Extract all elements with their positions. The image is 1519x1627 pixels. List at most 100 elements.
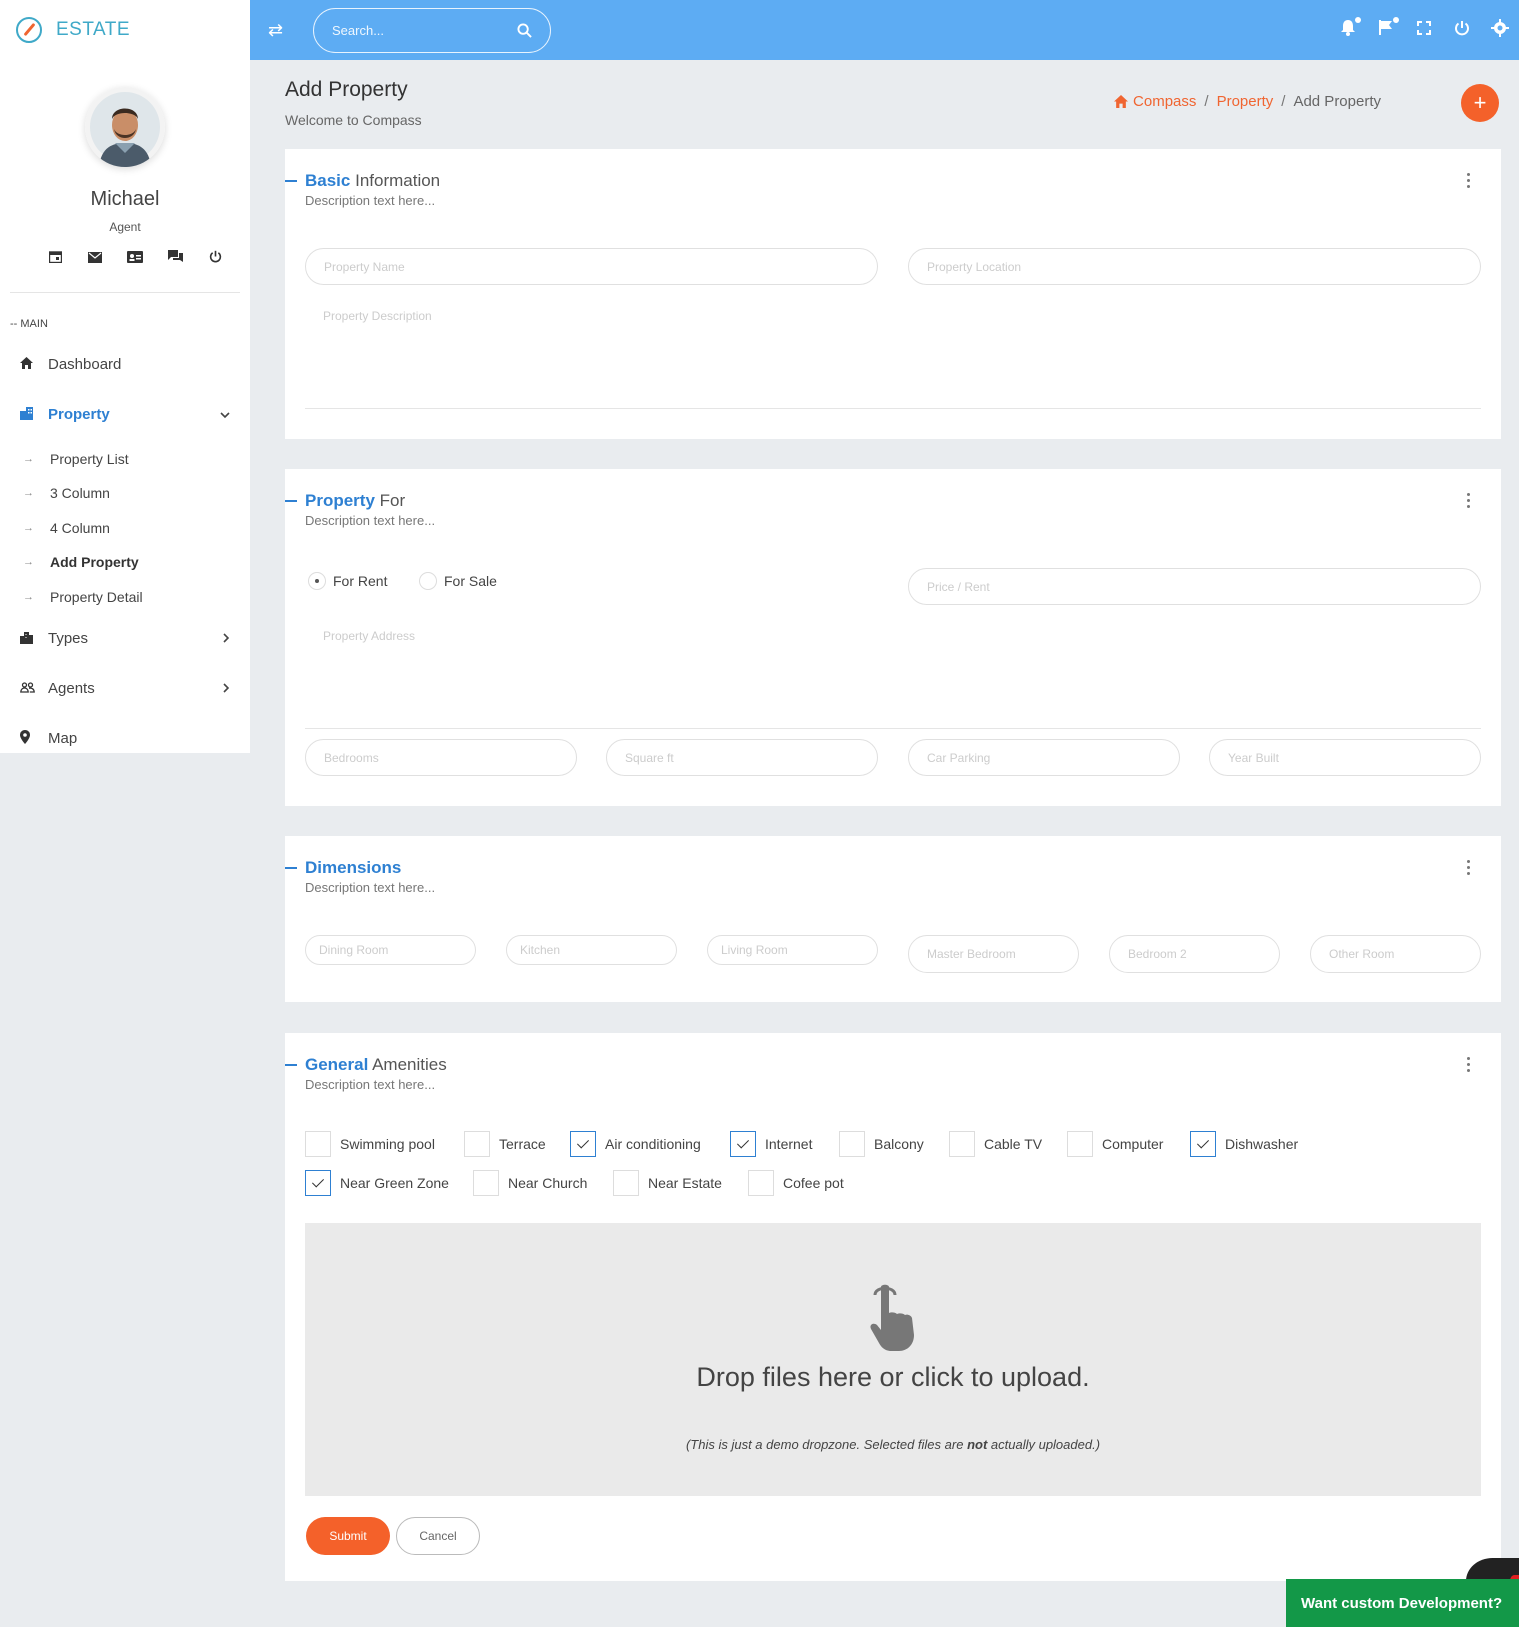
more-vertical-icon[interactable]: [1467, 1057, 1471, 1072]
checkbox-computer[interactable]: Computer: [1067, 1131, 1163, 1157]
breadcrumb-property[interactable]: Property: [1217, 93, 1274, 110]
more-vertical-icon[interactable]: [1467, 860, 1471, 875]
sidebar-item-types[interactable]: Types: [20, 630, 230, 647]
radio-circle[interactable]: [419, 572, 437, 590]
bell-icon[interactable]: [1329, 17, 1367, 41]
checkbox-label: Near Green Zone: [340, 1175, 449, 1191]
chat-icon[interactable]: [155, 250, 195, 266]
custom-development-cta[interactable]: Want custom Development?: [1286, 1579, 1519, 1627]
cancel-button[interactable]: Cancel: [396, 1517, 480, 1555]
gear-icon[interactable]: [1481, 18, 1519, 42]
checkbox-internet[interactable]: Internet: [730, 1131, 812, 1157]
breadcrumb-current: Add Property: [1293, 93, 1381, 110]
checkbox-box[interactable]: [839, 1131, 865, 1157]
radio-for-sale[interactable]: For Sale: [419, 572, 497, 590]
more-vertical-icon[interactable]: [1467, 173, 1471, 188]
bedroom-2-field[interactable]: Bedroom 2: [1109, 935, 1280, 973]
property-description-field[interactable]: Property Description: [305, 309, 1481, 409]
property-address-field[interactable]: Property Address: [305, 629, 1481, 729]
search-bar: [313, 8, 551, 53]
sidebar-item-agents[interactable]: Agents: [20, 680, 230, 697]
property-location-field[interactable]: Property Location: [908, 248, 1481, 285]
arrow-right-icon: →: [23, 487, 34, 499]
brand-name: ESTATE: [56, 19, 131, 40]
flag-icon[interactable]: [1367, 17, 1405, 41]
checkbox-box[interactable]: [570, 1131, 596, 1157]
bedrooms-field[interactable]: Bedrooms: [305, 739, 577, 776]
submenu-item-property-detail[interactable]: → Property Detail: [23, 589, 143, 605]
brand[interactable]: ESTATE: [0, 0, 250, 60]
submenu-item-3-column[interactable]: → 3 Column: [23, 485, 110, 501]
checkbox-box[interactable]: [748, 1170, 774, 1196]
home-icon: [1114, 95, 1129, 108]
submenu-item-label: Property List: [50, 451, 129, 467]
checkbox-swimming-pool[interactable]: Swimming pool: [305, 1131, 435, 1157]
checkbox-near-church[interactable]: Near Church: [473, 1170, 587, 1196]
property-name-field[interactable]: Property Name: [305, 248, 878, 285]
chevron-down-icon: [220, 407, 230, 422]
checkbox-air-conditioning[interactable]: Air conditioning: [570, 1131, 701, 1157]
add-button[interactable]: +: [1461, 84, 1499, 122]
search-icon[interactable]: [517, 23, 532, 38]
checkbox-label: Internet: [765, 1136, 813, 1152]
calendar-icon[interactable]: [35, 250, 75, 266]
mail-icon[interactable]: [75, 250, 115, 266]
checkbox-near-estate[interactable]: Near Estate: [613, 1170, 722, 1196]
sidebar-item-map[interactable]: Map: [20, 730, 230, 747]
master-bedroom-field[interactable]: Master Bedroom: [908, 935, 1079, 973]
checkbox-label: Balcony: [874, 1136, 924, 1152]
submenu-item-property-list[interactable]: → Property List: [23, 451, 129, 467]
page-subtitle: Welcome to Compass: [285, 112, 422, 128]
price-rent-field[interactable]: Price / Rent: [908, 568, 1481, 605]
checkbox-box[interactable]: [613, 1170, 639, 1196]
checkbox-box[interactable]: [305, 1170, 331, 1196]
radio-circle[interactable]: [308, 572, 326, 590]
checkbox-cable-tv[interactable]: Cable TV: [949, 1131, 1042, 1157]
kitchen-field[interactable]: Kitchen: [506, 935, 677, 965]
checkbox-box[interactable]: [305, 1131, 331, 1157]
checkbox-balcony[interactable]: Balcony: [839, 1131, 924, 1157]
checkbox-terrace[interactable]: Terrace: [464, 1131, 546, 1157]
checkbox-box[interactable]: [1190, 1131, 1216, 1157]
checkbox-box[interactable]: [464, 1131, 490, 1157]
submit-button[interactable]: Submit: [306, 1517, 390, 1555]
other-room-field[interactable]: Other Room: [1310, 935, 1481, 973]
contact-card-icon[interactable]: [115, 250, 155, 266]
car-parking-field[interactable]: Car Parking: [908, 739, 1180, 776]
power-icon[interactable]: [1443, 20, 1481, 41]
submenu-item-4-column[interactable]: → 4 Column: [23, 520, 110, 536]
card-basic-information: Basic Information Description text here.…: [285, 149, 1501, 439]
fullscreen-icon[interactable]: [1405, 20, 1443, 40]
sidebar-item-dashboard[interactable]: Dashboard: [20, 356, 230, 373]
dining-room-field[interactable]: Dining Room: [305, 935, 476, 965]
file-dropzone[interactable]: Drop files here or click to upload. (Thi…: [305, 1223, 1481, 1496]
checkbox-dishwasher[interactable]: Dishwasher: [1190, 1131, 1298, 1157]
hand-pointer-icon: [870, 1284, 914, 1351]
checkbox-box[interactable]: [473, 1170, 499, 1196]
search-input[interactable]: [332, 23, 517, 38]
card-title: Property For: [305, 491, 406, 510]
avatar[interactable]: [85, 87, 165, 167]
checkbox-box[interactable]: [1067, 1131, 1093, 1157]
swap-icon[interactable]: ⇄: [268, 20, 283, 41]
sidebar-item-label: Agents: [48, 680, 95, 697]
submenu-item-add-property[interactable]: → Add Property: [23, 554, 139, 570]
checkbox-box[interactable]: [949, 1131, 975, 1157]
submenu-item-label: 3 Column: [50, 485, 110, 501]
arrow-right-icon: →: [23, 522, 34, 534]
sidebar-item-property[interactable]: Property: [20, 406, 230, 423]
checkbox-cofee-pot[interactable]: Cofee pot: [748, 1170, 844, 1196]
living-room-field[interactable]: Living Room: [707, 935, 878, 965]
power-icon[interactable]: [195, 250, 235, 266]
submenu-item-label: 4 Column: [50, 520, 110, 536]
year-built-field[interactable]: Year Built: [1209, 739, 1481, 776]
card-header: Basic Information: [285, 171, 440, 191]
card-title: Basic Information: [305, 171, 441, 190]
checkbox-box[interactable]: [730, 1131, 756, 1157]
checkbox-near-green-zone[interactable]: Near Green Zone: [305, 1170, 449, 1196]
arrow-right-icon: →: [23, 556, 34, 568]
square-ft-field[interactable]: Square ft: [606, 739, 878, 776]
breadcrumb-compass[interactable]: Compass: [1133, 93, 1196, 110]
more-vertical-icon[interactable]: [1467, 493, 1471, 508]
radio-for-rent[interactable]: For Rent: [308, 572, 387, 590]
